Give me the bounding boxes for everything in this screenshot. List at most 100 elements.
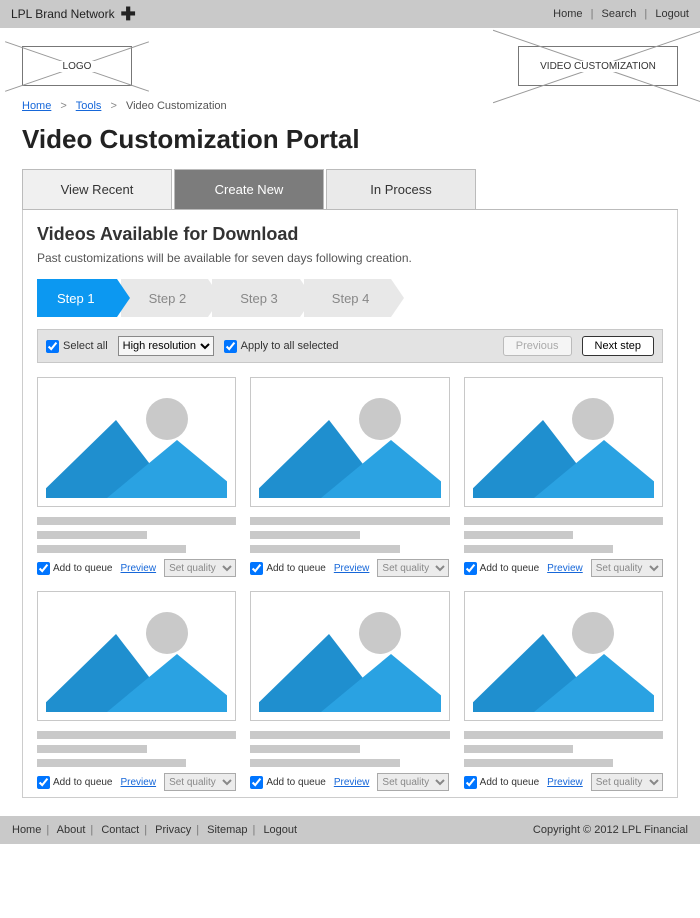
- breadcrumb-link-home[interactable]: Home: [22, 100, 51, 112]
- step-2[interactable]: Step 2: [121, 279, 209, 317]
- queue-input[interactable]: [37, 776, 50, 789]
- text-placeholder: [250, 731, 449, 767]
- thumbnail-placeholder[interactable]: [250, 377, 449, 507]
- select-all-checkbox[interactable]: Select all: [46, 340, 108, 353]
- apply-all-label: Apply to all selected: [241, 340, 339, 352]
- quality-select[interactable]: Set quality: [591, 773, 663, 791]
- thumbnail-placeholder[interactable]: [37, 591, 236, 721]
- tab-create-new[interactable]: Create New: [174, 169, 324, 209]
- panel-heading: Videos Available for Download: [37, 224, 663, 245]
- copyright: Copyright © 2012 LPL Financial: [533, 824, 688, 836]
- thumbnail-placeholder[interactable]: [250, 591, 449, 721]
- tab-in-process[interactable]: In Process: [326, 169, 476, 209]
- hero-placeholder[interactable]: VIDEO CUSTOMIZATION: [518, 46, 678, 86]
- video-card: Add to queue Preview Set quality: [250, 377, 449, 577]
- breadcrumb: Home > Tools > Video Customization: [0, 96, 700, 118]
- text-placeholder: [37, 517, 236, 553]
- footer-link-about[interactable]: About: [57, 824, 86, 836]
- plus-icon[interactable]: ✚: [121, 5, 136, 23]
- video-card: Add to queue Preview Set quality: [37, 377, 236, 577]
- card-footer: Add to queue Preview Set quality: [250, 773, 449, 791]
- page-title: Video Customization Portal: [0, 118, 700, 169]
- resolution-select[interactable]: High resolution: [118, 336, 214, 356]
- topbar-link-logout[interactable]: Logout: [655, 8, 689, 20]
- wizard-steps: Step 1 Step 2 Step 3 Step 4: [37, 279, 663, 317]
- card-footer: Add to queue Preview Set quality: [37, 773, 236, 791]
- add-to-queue-checkbox[interactable]: Add to queue: [464, 562, 540, 575]
- brand-area: LPL Brand Network ✚: [11, 5, 136, 23]
- preview-link[interactable]: Preview: [334, 563, 370, 574]
- header-row: LOGO VIDEO CUSTOMIZATION: [0, 28, 700, 96]
- preview-link[interactable]: Preview: [334, 777, 370, 788]
- queue-label: Add to queue: [266, 563, 326, 574]
- preview-link[interactable]: Preview: [547, 777, 583, 788]
- add-to-queue-checkbox[interactable]: Add to queue: [250, 776, 326, 789]
- footer-link-logout[interactable]: Logout: [263, 824, 297, 836]
- card-footer: Add to queue Preview Set quality: [464, 559, 663, 577]
- preview-link[interactable]: Preview: [547, 563, 583, 574]
- video-card: Add to queue Preview Set quality: [250, 591, 449, 791]
- queue-label: Add to queue: [53, 777, 113, 788]
- quality-select[interactable]: Set quality: [377, 773, 449, 791]
- step-4[interactable]: Step 4: [304, 279, 392, 317]
- step-1[interactable]: Step 1: [37, 279, 117, 317]
- thumbnail-placeholder[interactable]: [464, 377, 663, 507]
- footer: Home| About| Contact| Privacy| Sitemap| …: [0, 816, 700, 844]
- video-grid: Add to queue Preview Set quality Add to …: [37, 377, 663, 791]
- thumbnail-placeholder[interactable]: [464, 591, 663, 721]
- footer-link-privacy[interactable]: Privacy: [155, 824, 191, 836]
- topbar-links: Home | Search | Logout: [553, 8, 689, 20]
- breadcrumb-link-tools[interactable]: Tools: [76, 100, 102, 112]
- apply-all-checkbox[interactable]: Apply to all selected: [224, 340, 339, 353]
- apply-all-input[interactable]: [224, 340, 237, 353]
- topbar-link-home[interactable]: Home: [553, 8, 582, 20]
- preview-link[interactable]: Preview: [121, 777, 157, 788]
- logo-placeholder[interactable]: LOGO: [22, 46, 132, 86]
- quality-select[interactable]: Set quality: [164, 773, 236, 791]
- quality-select[interactable]: Set quality: [591, 559, 663, 577]
- thumbnail-placeholder[interactable]: [37, 377, 236, 507]
- toolbar: Select all High resolution Apply to all …: [37, 329, 663, 363]
- separator: |: [591, 8, 594, 20]
- footer-link-home[interactable]: Home: [12, 824, 41, 836]
- video-card: Add to queue Preview Set quality: [464, 377, 663, 577]
- footer-link-contact[interactable]: Contact: [101, 824, 139, 836]
- next-step-button[interactable]: Next step: [582, 336, 654, 356]
- logo-label: LOGO: [59, 61, 96, 72]
- select-all-label: Select all: [63, 340, 108, 352]
- add-to-queue-checkbox[interactable]: Add to queue: [37, 562, 113, 575]
- footer-links: Home| About| Contact| Privacy| Sitemap| …: [12, 824, 297, 836]
- quality-select[interactable]: Set quality: [377, 559, 449, 577]
- topbar: LPL Brand Network ✚ Home | Search | Logo…: [0, 0, 700, 28]
- previous-button[interactable]: Previous: [503, 336, 572, 356]
- queue-label: Add to queue: [53, 563, 113, 574]
- queue-input[interactable]: [250, 776, 263, 789]
- panel-subheading: Past customizations will be available fo…: [37, 251, 663, 265]
- queue-label: Add to queue: [480, 563, 540, 574]
- chevron-right-icon: >: [60, 100, 66, 112]
- queue-input[interactable]: [37, 562, 50, 575]
- breadcrumb-current: Video Customization: [126, 100, 227, 112]
- quality-select[interactable]: Set quality: [164, 559, 236, 577]
- text-placeholder: [250, 517, 449, 553]
- topbar-link-search[interactable]: Search: [602, 8, 637, 20]
- add-to-queue-checkbox[interactable]: Add to queue: [37, 776, 113, 789]
- card-footer: Add to queue Preview Set quality: [250, 559, 449, 577]
- separator: |: [644, 8, 647, 20]
- queue-input[interactable]: [464, 562, 477, 575]
- tab-view-recent[interactable]: View Recent: [22, 169, 172, 209]
- text-placeholder: [464, 517, 663, 553]
- video-card: Add to queue Preview Set quality: [464, 591, 663, 791]
- queue-label: Add to queue: [480, 777, 540, 788]
- card-footer: Add to queue Preview Set quality: [37, 559, 236, 577]
- step-3[interactable]: Step 3: [212, 279, 300, 317]
- add-to-queue-checkbox[interactable]: Add to queue: [250, 562, 326, 575]
- select-all-input[interactable]: [46, 340, 59, 353]
- queue-input[interactable]: [464, 776, 477, 789]
- queue-input[interactable]: [250, 562, 263, 575]
- preview-link[interactable]: Preview: [121, 563, 157, 574]
- add-to-queue-checkbox[interactable]: Add to queue: [464, 776, 540, 789]
- text-placeholder: [37, 731, 236, 767]
- footer-link-sitemap[interactable]: Sitemap: [207, 824, 247, 836]
- brand-label: LPL Brand Network: [11, 7, 115, 21]
